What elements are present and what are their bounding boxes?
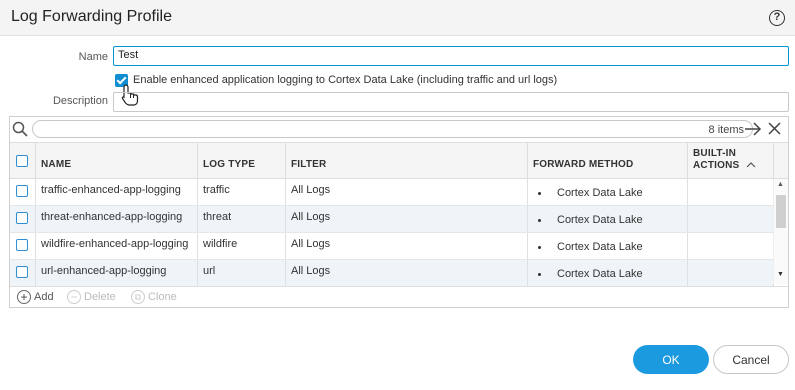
row-select-cell [10,233,36,259]
items-count: 8 items [708,124,744,136]
column-header-forward-method[interactable]: FORWARD METHOD [528,143,688,179]
bullet-icon [538,191,541,195]
row-builtin-actions [688,233,774,259]
table-row[interactable]: wildfire-enhanced-app-logging wildfire A… [10,233,774,260]
row-checkbox[interactable] [16,239,28,251]
row-filter: All Logs [286,179,528,205]
table-row[interactable]: url-enhanced-app-logging url All Logs Co… [10,260,774,287]
builtin-actions-label: BUILT-IN ACTIONS [693,148,740,171]
search-icon[interactable] [12,121,28,137]
add-label: Add [34,290,54,303]
row-name[interactable]: threat-enhanced-app-logging [36,206,198,232]
bullet-icon [538,272,541,276]
row-filter: All Logs [286,233,528,259]
row-select-cell [10,206,36,232]
column-header-filter[interactable]: FILTER [286,143,528,179]
row-select-cell [10,179,36,205]
scroll-down-arrow-icon[interactable]: ▼ [777,271,784,278]
clone-button[interactable]: ⧉ Clone [131,290,177,304]
header-scroll-spacer [774,143,788,179]
arrow-right-icon[interactable] [744,121,762,137]
name-label: Name [78,51,108,63]
forward-method-value: Cortex Data Lake [557,214,643,226]
row-name[interactable]: url-enhanced-app-logging [36,260,198,286]
bullet-icon [538,245,541,249]
enhanced-logging-label: Enable enhanced application logging to C… [133,74,558,86]
bullet-icon [538,218,541,222]
delete-icon: − [67,290,81,304]
row-name[interactable]: traffic-enhanced-app-logging [36,179,198,205]
sort-up-icon[interactable] [746,161,756,168]
row-forward-method: Cortex Data Lake [528,179,688,205]
add-button[interactable]: + Add [17,290,54,304]
forward-method-value: Cortex Data Lake [557,187,643,199]
row-forward-method: Cortex Data Lake [528,233,688,259]
scroll-up-arrow-icon[interactable]: ▲ [777,181,784,188]
dialog-titlebar: Log Forwarding Profile ? [0,0,795,36]
profile-match-list: 8 items NAME LOG TYPE FILTER FORWARD MET… [9,116,789,308]
dialog-title: Log Forwarding Profile [11,8,172,25]
row-builtin-actions [688,260,774,286]
filter-input[interactable]: 8 items [32,120,753,138]
column-header-name[interactable]: NAME [36,143,198,179]
row-checkbox[interactable] [16,212,28,224]
ok-button[interactable]: OK [633,345,709,374]
row-log-type: traffic [198,179,286,205]
help-icon[interactable]: ? [769,10,785,26]
row-checkbox[interactable] [16,185,28,197]
column-header-builtin-actions[interactable]: BUILT-IN ACTIONS [688,143,774,179]
name-input[interactable]: Test [113,46,789,66]
delete-button[interactable]: − Delete [67,290,116,304]
row-log-type: url [198,260,286,286]
grid-footer: + Add − Delete ⧉ Clone [10,286,788,308]
scroll-thumb[interactable] [776,195,786,228]
description-input[interactable] [113,92,789,112]
row-filter: All Logs [286,260,528,286]
table-header: NAME LOG TYPE FILTER FORWARD METHOD BUIL… [10,142,788,179]
row-select-cell [10,260,36,286]
row-builtin-actions [688,206,774,232]
vertical-scrollbar[interactable]: ▲ ▼ [773,179,788,284]
table-row[interactable]: traffic-enhanced-app-logging traffic All… [10,179,774,206]
row-log-type: threat [198,206,286,232]
row-builtin-actions [688,179,774,205]
row-checkbox[interactable] [16,266,28,278]
forward-method-value: Cortex Data Lake [557,241,643,253]
row-forward-method: Cortex Data Lake [528,206,688,232]
clone-icon: ⧉ [131,290,145,304]
row-filter: All Logs [286,206,528,232]
cancel-button[interactable]: Cancel [713,345,789,374]
column-header-log-type[interactable]: LOG TYPE [198,143,286,179]
select-all-checkbox[interactable] [16,155,28,167]
table-row[interactable]: threat-enhanced-app-logging threat All L… [10,206,774,233]
row-name[interactable]: wildfire-enhanced-app-logging [36,233,198,259]
close-icon[interactable] [767,121,782,136]
header-select-cell [10,143,36,179]
row-forward-method: Cortex Data Lake [528,260,688,286]
forward-method-value: Cortex Data Lake [557,268,643,280]
description-label: Description [52,95,108,107]
add-icon: + [17,290,31,304]
clone-label: Clone [148,290,177,303]
delete-label: Delete [84,290,116,303]
row-log-type: wildfire [198,233,286,259]
